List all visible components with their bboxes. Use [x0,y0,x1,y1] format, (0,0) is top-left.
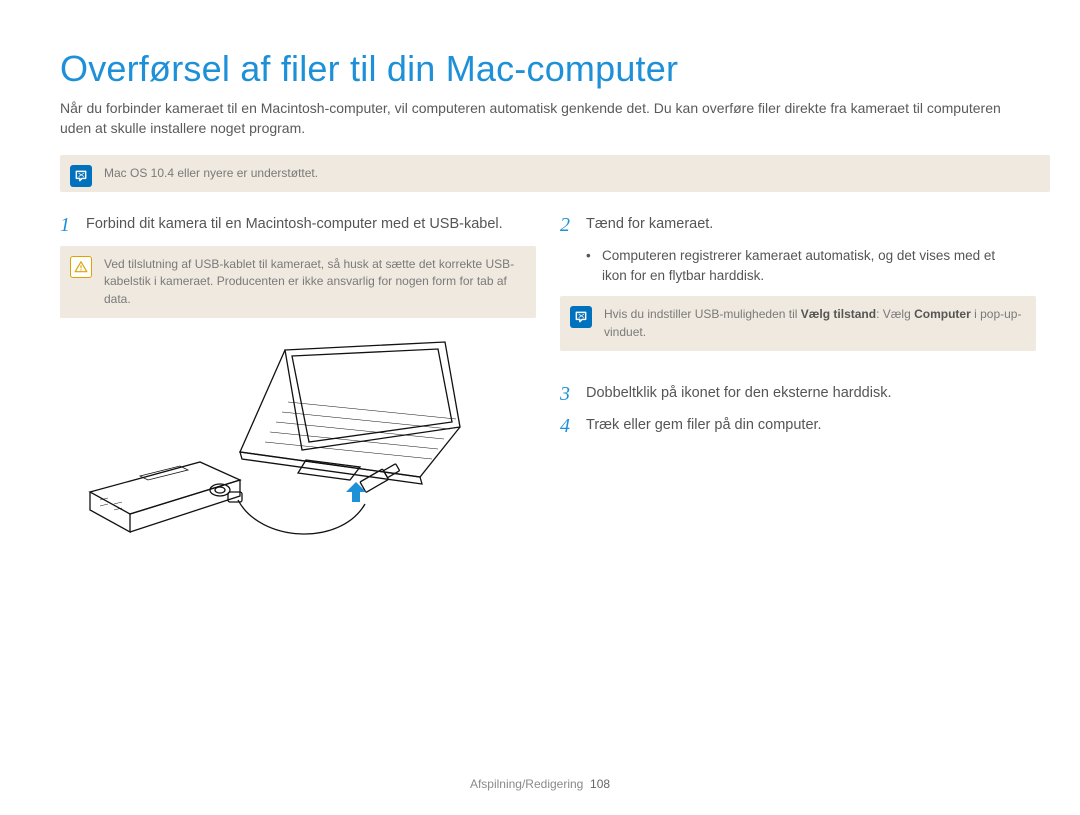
page-number: 108 [590,777,610,791]
step-2-bullet: Computeren registrerer kameraet automati… [586,246,1020,287]
warning-icon [70,256,92,278]
step-2: 2 Tænd for kameraet. [560,214,1020,236]
step-text: Træk eller gem filer på din computer. [586,415,822,437]
step-text: Dobbeltklik på ikonet for den eksterne h… [586,383,891,405]
columns: 1 Forbind dit kamera til en Macintosh-co… [60,214,1020,557]
note-usb-text: Hvis du indstiller USB-muligheden til Væ… [604,307,1021,338]
right-column: 2 Tænd for kameraet. Computeren registre… [560,214,1020,557]
usb-connection-illustration [60,332,480,557]
warning-text: Ved tilslutning af USB-kablet til kamera… [104,257,514,306]
step-3: 3 Dobbeltklik på ikonet for den eksterne… [560,383,1020,405]
step-number: 4 [560,415,576,437]
note-usb-mode: Hvis du indstiller USB-muligheden til Væ… [560,296,1036,351]
text-bold: Vælg tilstand [801,307,876,321]
step-text: Tænd for kameraet. [586,214,713,236]
text: Hvis du indstiller USB-muligheden til [604,307,801,321]
warning-box: Ved tilslutning af USB-kablet til kamera… [60,246,536,318]
note-top: Mac OS 10.4 eller nyere er understøttet. [60,155,1050,192]
left-column: 1 Forbind dit kamera til en Macintosh-co… [60,214,520,557]
step-number: 1 [60,214,76,236]
step-number: 3 [560,383,576,405]
info-icon [570,306,592,328]
step-4: 4 Træk eller gem filer på din computer. [560,415,1020,437]
document-page: Overførsel af filer til din Mac-computer… [0,0,1080,815]
step-number: 2 [560,214,576,236]
intro-paragraph: Når du forbinder kameraet til en Macinto… [60,98,1020,139]
text-bold: Computer [914,307,971,321]
info-icon [70,165,92,187]
note-top-text: Mac OS 10.4 eller nyere er understøttet. [104,166,318,180]
page-title: Overførsel af filer til din Mac-computer [60,48,1020,90]
page-footer: Afspilning/Redigering 108 [60,777,1020,791]
footer-section: Afspilning/Redigering [470,777,583,791]
step-text: Forbind dit kamera til en Macintosh-comp… [86,214,503,236]
bullet-text: Computeren registrerer kameraet automati… [602,246,1020,287]
step-1: 1 Forbind dit kamera til en Macintosh-co… [60,214,520,236]
text: : Vælg [876,307,914,321]
